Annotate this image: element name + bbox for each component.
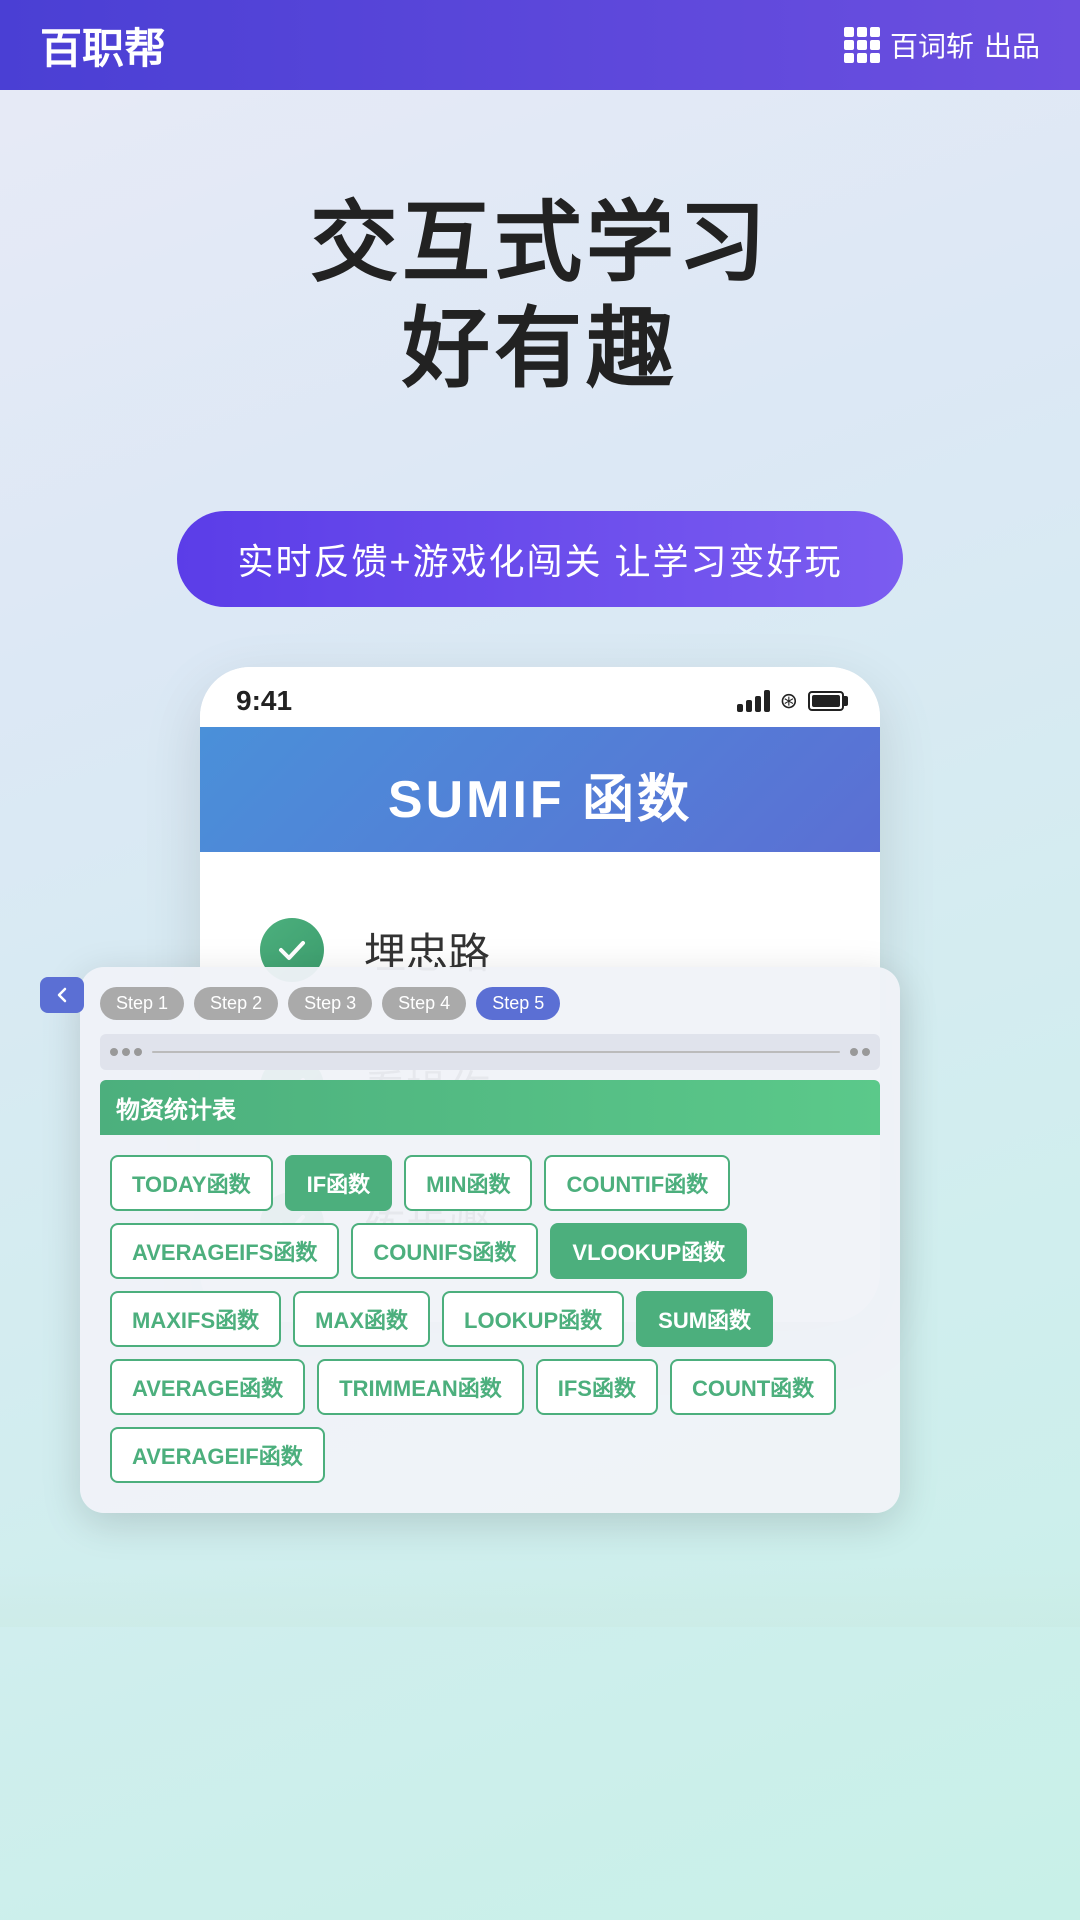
tag-SUM函数[interactable]: SUM函数 xyxy=(636,1291,773,1347)
mini-toolbar xyxy=(100,1034,880,1070)
tag-MIN函数[interactable]: MIN函数 xyxy=(404,1155,532,1211)
battery-icon xyxy=(808,691,844,711)
badge-row: 实时反馈+游戏化闯关 让学习变好玩 xyxy=(0,511,1080,607)
toolbar-dot-1 xyxy=(110,1048,118,1056)
sheet-header: 物资统计表 xyxy=(100,1080,880,1135)
wifi-icon: ⊛ xyxy=(780,688,798,714)
hero-title: 交互式学习 好有趣 xyxy=(40,190,1040,401)
bottom-fade xyxy=(0,1567,1080,1627)
phone-banner-text: SUMIF 函数 xyxy=(230,757,850,832)
tag-MAXIFS函数[interactable]: MAXIFS函数 xyxy=(110,1291,281,1347)
hero-section: 交互式学习 好有趣 xyxy=(0,90,1080,461)
status-bar: 9:41 ⊛ xyxy=(200,667,880,727)
tag-COUNT函数[interactable]: COUNT函数 xyxy=(670,1359,836,1415)
tag-COUNIFS函数[interactable]: COUNIFS函数 xyxy=(351,1223,538,1279)
step-2[interactable]: Step 2 xyxy=(194,987,278,1020)
back-arrow-button[interactable] xyxy=(40,977,84,1013)
brand-grid-icon xyxy=(844,27,880,63)
status-time: 9:41 xyxy=(236,685,292,717)
tag-AVERAGEIF函数[interactable]: AVERAGEIF函数 xyxy=(110,1427,325,1483)
toolbar-dot-2 xyxy=(122,1048,130,1056)
toolbar-dot-3 xyxy=(134,1048,142,1056)
brand-info: 百词斩 出品 xyxy=(844,25,1040,65)
tags-area: TODAY函数 IF函数 MIN函数 COUNTIF函数 AVERAGEIFS函… xyxy=(100,1145,880,1493)
brand-icon-label: 百词斩 xyxy=(890,25,974,65)
toolbar-dot-4 xyxy=(850,1048,858,1056)
app-logo: 百职帮 xyxy=(40,15,166,76)
step-3[interactable]: Step 3 xyxy=(288,987,372,1020)
tag-LOOKUP函数[interactable]: LOOKUP函数 xyxy=(442,1291,624,1347)
status-icons: ⊛ xyxy=(737,688,844,714)
tag-COUNTIF函数[interactable]: COUNTIF函数 xyxy=(544,1155,730,1211)
signal-icon xyxy=(737,690,770,712)
tag-VLOOKUP函数[interactable]: VLOOKUP函数 xyxy=(550,1223,747,1279)
tag-IFS函数[interactable]: IFS函数 xyxy=(536,1359,658,1415)
step-4[interactable]: Step 4 xyxy=(382,987,466,1020)
steps-row: Step 1 Step 2 Step 3 Step 4 Step 5 xyxy=(100,987,880,1020)
tag-AVERAGEIFS函数[interactable]: AVERAGEIFS函数 xyxy=(110,1223,339,1279)
toolbar-dot-5 xyxy=(862,1048,870,1056)
tag-TODAY函数[interactable]: TODAY函数 xyxy=(110,1155,273,1211)
tag-MAX函数[interactable]: MAX函数 xyxy=(293,1291,430,1347)
tag-AVERAGE函数[interactable]: AVERAGE函数 xyxy=(110,1359,305,1415)
step-5[interactable]: Step 5 xyxy=(476,987,560,1020)
phone-banner: SUMIF 函数 xyxy=(200,727,880,852)
tag-IF函数[interactable]: IF函数 xyxy=(285,1155,393,1211)
app-header: 百职帮 百词斩 出品 xyxy=(0,0,1080,90)
tag-TRIMMEAN函数[interactable]: TRIMMEAN函数 xyxy=(317,1359,524,1415)
overlay-card: Step 1 Step 2 Step 3 Step 4 Step 5 物资统计表… xyxy=(80,967,900,1513)
brand-suffix: 出品 xyxy=(984,25,1040,65)
feature-badge: 实时反馈+游戏化闯关 让学习变好玩 xyxy=(177,511,902,607)
phone-section: 9:41 ⊛ SUMIF 函数 xyxy=(0,667,1080,1567)
step-1[interactable]: Step 1 xyxy=(100,987,184,1020)
